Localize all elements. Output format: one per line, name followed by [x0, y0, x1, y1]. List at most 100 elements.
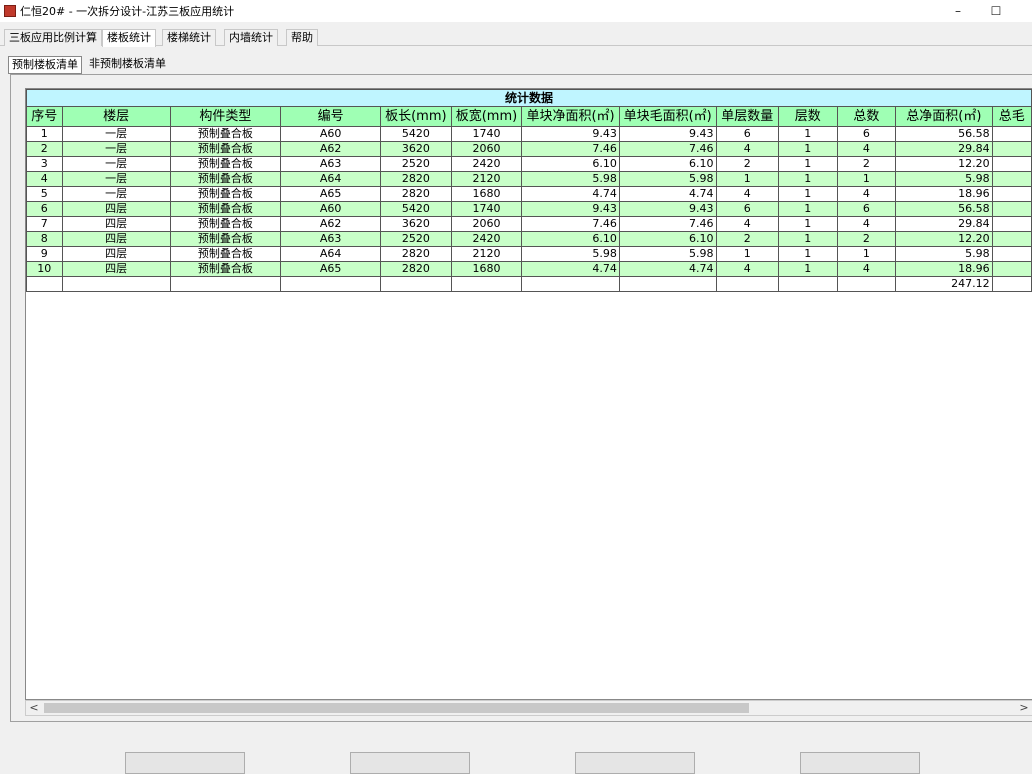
- table-cell[interactable]: 8: [26, 231, 63, 247]
- table-cell[interactable]: 2820: [380, 261, 452, 277]
- table-cell[interactable]: 1680: [450, 186, 523, 202]
- table-cell[interactable]: 2520: [380, 156, 452, 172]
- table-cell[interactable]: [991, 216, 1032, 232]
- table-cell[interactable]: 4.74: [618, 261, 717, 277]
- table-cell[interactable]: 5.98: [521, 171, 620, 187]
- table-cell[interactable]: 预制叠合板: [169, 231, 282, 247]
- table-cell[interactable]: A64: [280, 246, 382, 262]
- table-cell[interactable]: 5.98: [521, 246, 620, 262]
- column-header[interactable]: 总净面积(㎡): [895, 106, 993, 127]
- table-cell[interactable]: 2520: [380, 231, 452, 247]
- table-cell[interactable]: 6: [836, 126, 897, 142]
- table-cell[interactable]: 6: [836, 201, 897, 217]
- table-cell[interactable]: 18.96: [895, 186, 993, 202]
- column-header[interactable]: 单块净面积(㎡): [521, 106, 620, 127]
- table-cell[interactable]: 4: [715, 261, 780, 277]
- column-header[interactable]: 板长(mm): [380, 106, 452, 127]
- table-cell[interactable]: [991, 171, 1032, 187]
- table-cell[interactable]: 6.10: [618, 156, 717, 172]
- table-cell[interactable]: 4: [715, 216, 780, 232]
- table-cell[interactable]: 1: [26, 126, 63, 142]
- table-cell[interactable]: 9.43: [521, 201, 620, 217]
- table-cell[interactable]: 1: [778, 261, 838, 277]
- table-cell[interactable]: 1: [836, 246, 897, 262]
- table-cell[interactable]: 9: [26, 246, 63, 262]
- table-cell[interactable]: 3620: [380, 216, 452, 232]
- table-cell[interactable]: 四层: [61, 201, 171, 217]
- table-cell[interactable]: 1: [836, 171, 897, 187]
- table-cell[interactable]: A63: [280, 156, 382, 172]
- table-cell[interactable]: 5.98: [618, 246, 717, 262]
- horizontal-scrollbar[interactable]: < >: [25, 700, 1032, 716]
- maximize-button[interactable]: ☐: [976, 0, 1016, 22]
- table-cell[interactable]: 4.74: [618, 186, 717, 202]
- table-cell[interactable]: 7.46: [618, 141, 717, 157]
- scroll-left-button[interactable]: <: [26, 701, 42, 715]
- table-cell[interactable]: 4.74: [521, 186, 620, 202]
- column-header[interactable]: 总数: [836, 106, 897, 127]
- table-cell[interactable]: 5420: [380, 201, 452, 217]
- table-row[interactable]: 1 一层 预制叠合板 A60 5420 1740 9.43 9.43 6 1 6 56.58: [26, 126, 1032, 142]
- table-row[interactable]: 8 四层 预制叠合板 A63 2520 2420 6.10 6.10 2 1 2 12.20: [26, 231, 1032, 247]
- table-cell[interactable]: 9.43: [618, 201, 717, 217]
- table-cell[interactable]: 7: [26, 216, 63, 232]
- table-cell[interactable]: 1: [778, 186, 838, 202]
- table-cell[interactable]: 7.46: [521, 216, 620, 232]
- column-header[interactable]: 楼层: [61, 106, 171, 127]
- table-cell[interactable]: [991, 246, 1032, 262]
- table-cell[interactable]: 4: [836, 216, 897, 232]
- table-cell[interactable]: A64: [280, 171, 382, 187]
- table-cell[interactable]: A60: [280, 201, 382, 217]
- table-cell[interactable]: 5.98: [895, 171, 993, 187]
- table-cell[interactable]: 5.98: [618, 171, 717, 187]
- column-header[interactable]: 总毛: [991, 106, 1032, 127]
- table-cell[interactable]: 四层: [61, 261, 171, 277]
- table-cell[interactable]: 1: [778, 201, 838, 217]
- table-cell[interactable]: 56.58: [895, 126, 993, 142]
- table-cell[interactable]: 6: [715, 201, 780, 217]
- column-header[interactable]: 序号: [26, 106, 63, 127]
- table-cell[interactable]: 预制叠合板: [169, 141, 282, 157]
- table-cell[interactable]: [991, 186, 1032, 202]
- table-cell[interactable]: 7.46: [521, 141, 620, 157]
- table-cell[interactable]: 4.74: [521, 261, 620, 277]
- table-cell[interactable]: [991, 126, 1032, 142]
- table-cell[interactable]: 1: [715, 171, 780, 187]
- close-button[interactable]: [1012, 0, 1032, 22]
- column-header[interactable]: 构件类型: [169, 106, 282, 127]
- table-cell[interactable]: A62: [280, 216, 382, 232]
- table-cell[interactable]: 6.10: [521, 156, 620, 172]
- table-cell[interactable]: A62: [280, 141, 382, 157]
- table-cell[interactable]: 18.96: [895, 261, 993, 277]
- table-cell[interactable]: 预制叠合板: [169, 171, 282, 187]
- table-cell[interactable]: [991, 141, 1032, 157]
- table-cell[interactable]: 四层: [61, 216, 171, 232]
- table-cell[interactable]: 4: [715, 186, 780, 202]
- table-row[interactable]: 2 一层 预制叠合板 A62 3620 2060 7.46 7.46 4 1 4 29.84: [26, 141, 1032, 157]
- table-cell[interactable]: 1: [778, 126, 838, 142]
- table-cell[interactable]: 3: [26, 156, 63, 172]
- table-cell[interactable]: 1740: [450, 126, 523, 142]
- table-row[interactable]: 6 四层 预制叠合板 A60 5420 1740 9.43 9.43 6 1 6 56.58: [26, 201, 1032, 217]
- table-cell[interactable]: 预制叠合板: [169, 156, 282, 172]
- table-cell[interactable]: 12.20: [895, 231, 993, 247]
- table-cell[interactable]: 6.10: [521, 231, 620, 247]
- table-cell[interactable]: 2820: [380, 186, 452, 202]
- tab-prefab-slab-list[interactable]: 预制楼板清单: [8, 56, 82, 74]
- table-cell[interactable]: 12.20: [895, 156, 993, 172]
- table-cell[interactable]: 1: [778, 231, 838, 247]
- column-header[interactable]: 单块毛面积(㎡): [618, 106, 717, 127]
- column-header[interactable]: 板宽(mm): [450, 106, 523, 127]
- table-cell[interactable]: 7.46: [618, 216, 717, 232]
- tab-stair-stats[interactable]: 楼梯统计: [162, 29, 216, 46]
- tab-non-prefab-slab-list[interactable]: 非预制楼板清单: [86, 56, 169, 74]
- table-cell[interactable]: 一层: [61, 186, 171, 202]
- table-cell[interactable]: A65: [280, 186, 382, 202]
- table-cell[interactable]: 2: [715, 231, 780, 247]
- table-cell[interactable]: 1680: [450, 261, 523, 277]
- column-header[interactable]: 单层数量: [715, 106, 780, 127]
- table-cell[interactable]: 预制叠合板: [169, 261, 282, 277]
- table-cell[interactable]: 预制叠合板: [169, 186, 282, 202]
- table-cell[interactable]: [991, 201, 1032, 217]
- table-cell[interactable]: 2060: [450, 216, 523, 232]
